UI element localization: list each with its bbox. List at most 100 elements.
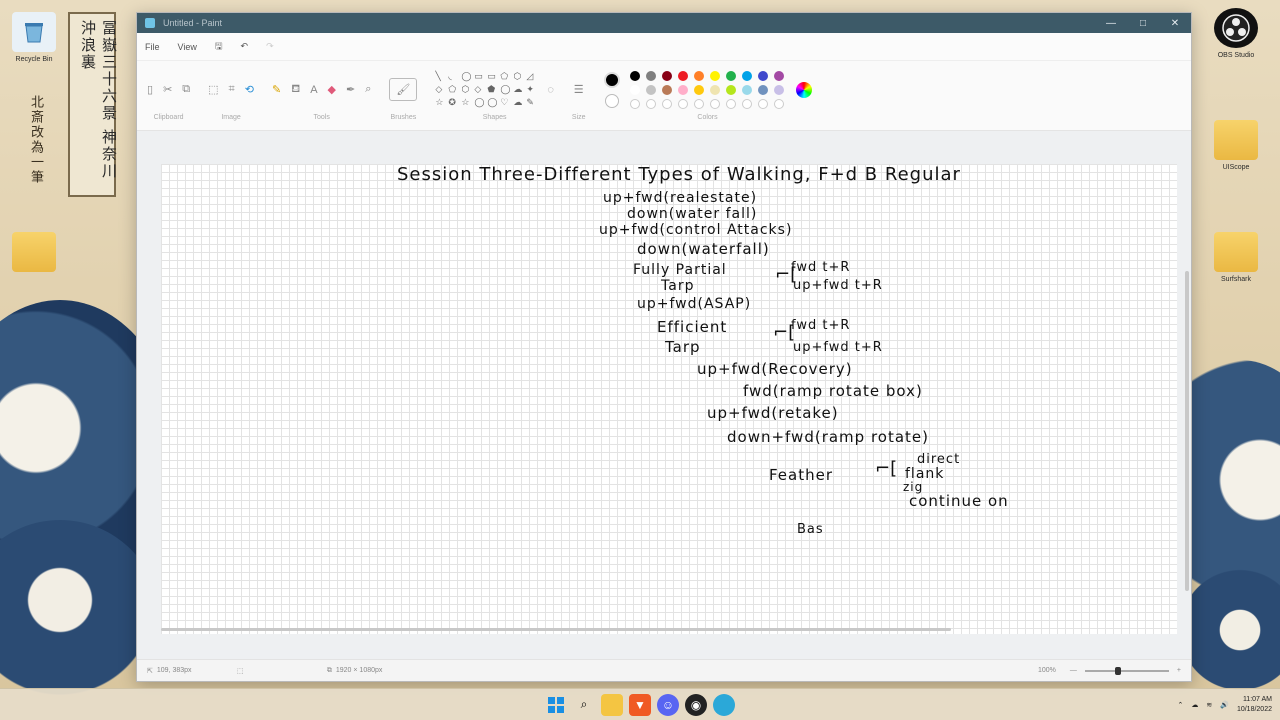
rotate-icon[interactable]: ⟲ — [245, 83, 254, 96]
color-swatch[interactable] — [661, 84, 672, 95]
shape-option[interactable]: ☁ — [513, 97, 524, 108]
primary-color[interactable] — [603, 71, 620, 88]
color-swatch[interactable] — [629, 98, 640, 109]
crop-icon[interactable]: ⌗ — [229, 83, 235, 96]
shape-option[interactable]: ⬟ — [487, 84, 498, 95]
copy-icon[interactable]: ⧉ — [182, 83, 190, 96]
menu-file[interactable]: File — [145, 42, 160, 52]
color-swatch[interactable] — [725, 70, 736, 81]
color-swatch[interactable] — [661, 98, 672, 109]
shape-option[interactable]: ◇ — [435, 84, 446, 95]
fill-icon[interactable]: ⛾ — [291, 83, 300, 97]
color-swatch[interactable] — [677, 84, 688, 95]
brush-icon[interactable]: 🖌 — [389, 78, 418, 101]
shape-option[interactable]: ◿ — [526, 71, 537, 82]
paste-icon[interactable]: ▯ — [147, 83, 153, 96]
magnifier-icon[interactable]: ⌕ — [365, 83, 371, 96]
horizontal-scrollbar[interactable] — [161, 628, 951, 631]
shape-option[interactable]: ✪ — [448, 97, 459, 108]
color-swatch[interactable] — [709, 70, 720, 81]
shape-option[interactable]: ♡ — [500, 97, 511, 108]
color-swatch[interactable] — [741, 84, 752, 95]
color-swatch[interactable] — [645, 84, 656, 95]
text-icon[interactable]: A — [310, 84, 317, 96]
color-swatch[interactable] — [757, 70, 768, 81]
secondary-color[interactable] — [604, 93, 619, 108]
brave-icon[interactable]: ▼ — [629, 693, 651, 716]
color-swatch[interactable] — [741, 98, 752, 109]
color-picker-icon[interactable]: ✒ — [346, 83, 355, 96]
desktop-icon-obs[interactable]: OBS Studio — [1204, 8, 1268, 59]
wifi-icon[interactable]: ≋ — [1206, 701, 1212, 709]
maximize-button[interactable]: □ — [1127, 18, 1159, 29]
color-swatch[interactable] — [677, 98, 688, 109]
desktop-icon-folder[interactable]: Surfshark — [1204, 232, 1268, 283]
color-swatch[interactable] — [773, 70, 784, 81]
shape-option[interactable]: ⬠ — [500, 71, 511, 82]
discord-icon[interactable]: ☺ — [657, 693, 679, 716]
paint-icon[interactable] — [713, 693, 735, 716]
menu-view[interactable]: View — [178, 42, 197, 52]
shape-outline-icon[interactable]: ◌ — [547, 84, 554, 96]
desktop-icon-folder[interactable]: UIScope — [1204, 120, 1268, 171]
color-swatch[interactable] — [629, 70, 640, 81]
eraser-icon[interactable]: ◆ — [328, 83, 336, 96]
color-swatch[interactable] — [709, 98, 720, 109]
file-explorer-icon[interactable] — [601, 693, 623, 716]
shape-option[interactable]: ◯ — [500, 84, 511, 95]
color-swatch[interactable] — [709, 84, 720, 95]
obs-icon[interactable]: ◉ — [685, 693, 707, 716]
color-swatch[interactable] — [725, 84, 736, 95]
size-icon[interactable]: ☰ — [574, 83, 584, 96]
volume-icon[interactable]: 🔊 — [1220, 701, 1229, 709]
zoom-slider[interactable] — [1084, 666, 1169, 675]
shape-option[interactable]: ⬡ — [461, 84, 472, 95]
color-swatch[interactable] — [773, 84, 784, 95]
color-swatch[interactable] — [773, 98, 784, 109]
color-swatch[interactable] — [757, 84, 768, 95]
windows-start-icon[interactable] — [545, 694, 567, 716]
redo-icon[interactable]: ↷ — [266, 41, 274, 52]
close-button[interactable]: ✕ — [1159, 18, 1191, 29]
shape-option[interactable]: ▭ — [474, 71, 485, 82]
edit-colors-icon[interactable] — [795, 81, 812, 98]
shape-option[interactable]: ☁ — [513, 84, 524, 95]
pencil-icon[interactable]: ✎ — [272, 83, 281, 96]
shape-option[interactable]: ◟ — [448, 71, 459, 82]
undo-icon[interactable]: ↶ — [241, 41, 249, 52]
color-swatch[interactable] — [693, 70, 704, 81]
shape-option[interactable]: ⬡ — [513, 71, 524, 82]
color-swatch[interactable] — [645, 98, 656, 109]
cloud-icon[interactable]: ☁ — [1191, 701, 1198, 709]
shape-option[interactable]: ◯ — [474, 97, 485, 108]
minimize-button[interactable]: — — [1095, 18, 1127, 29]
shape-option[interactable]: ☆ — [461, 97, 472, 108]
shape-option[interactable]: ☆ — [435, 97, 446, 108]
shape-option[interactable]: ◇ — [474, 84, 485, 95]
select-icon[interactable]: ⬚ — [208, 83, 218, 96]
color-swatch[interactable] — [629, 84, 640, 95]
shape-option[interactable]: ╲ — [435, 71, 446, 82]
chevron-up-icon[interactable]: ⌃ — [1177, 701, 1183, 709]
zoom-out-icon[interactable]: — — [1070, 667, 1077, 674]
vertical-scrollbar[interactable] — [1185, 271, 1189, 591]
color-swatch[interactable] — [661, 70, 672, 81]
shape-option[interactable]: ✎ — [526, 97, 537, 108]
shape-option[interactable]: ◯ — [461, 71, 472, 82]
zoom-in-icon[interactable]: + — [1177, 667, 1181, 674]
color-swatch[interactable] — [677, 70, 688, 81]
color-swatch[interactable] — [693, 98, 704, 109]
desktop-icon-folder[interactable] — [2, 232, 66, 272]
color-swatch[interactable] — [725, 98, 736, 109]
shape-option[interactable]: ⬠ — [448, 84, 459, 95]
search-icon[interactable]: ⌕ — [573, 694, 595, 716]
shapes-gallery[interactable]: ╲ ◟ ◯ ▭ ▭ ⬠ ⬡ ◿ ◇ ⬠ ⬡ ◇ ⬟ ◯ ☁ ✦ ☆ ✪ ☆ ◯ ◯ ♡ ☁ ✎ — [435, 71, 537, 108]
desktop-icon-recycle-bin[interactable]: Recycle Bin — [2, 12, 66, 63]
drawing-canvas[interactable]: Session Three-Different Types of Walking… — [161, 164, 1177, 634]
cut-icon[interactable]: ✂ — [163, 83, 172, 96]
shape-option[interactable]: ▭ — [487, 71, 498, 82]
title-bar[interactable]: Untitled - Paint — □ ✕ — [137, 13, 1191, 33]
color-swatch[interactable] — [757, 98, 768, 109]
paint-window[interactable]: Untitled - Paint — □ ✕ File View 🖫 ↶ ↷ ▯… — [136, 12, 1192, 682]
zoom-slider-thumb[interactable] — [1114, 666, 1121, 675]
